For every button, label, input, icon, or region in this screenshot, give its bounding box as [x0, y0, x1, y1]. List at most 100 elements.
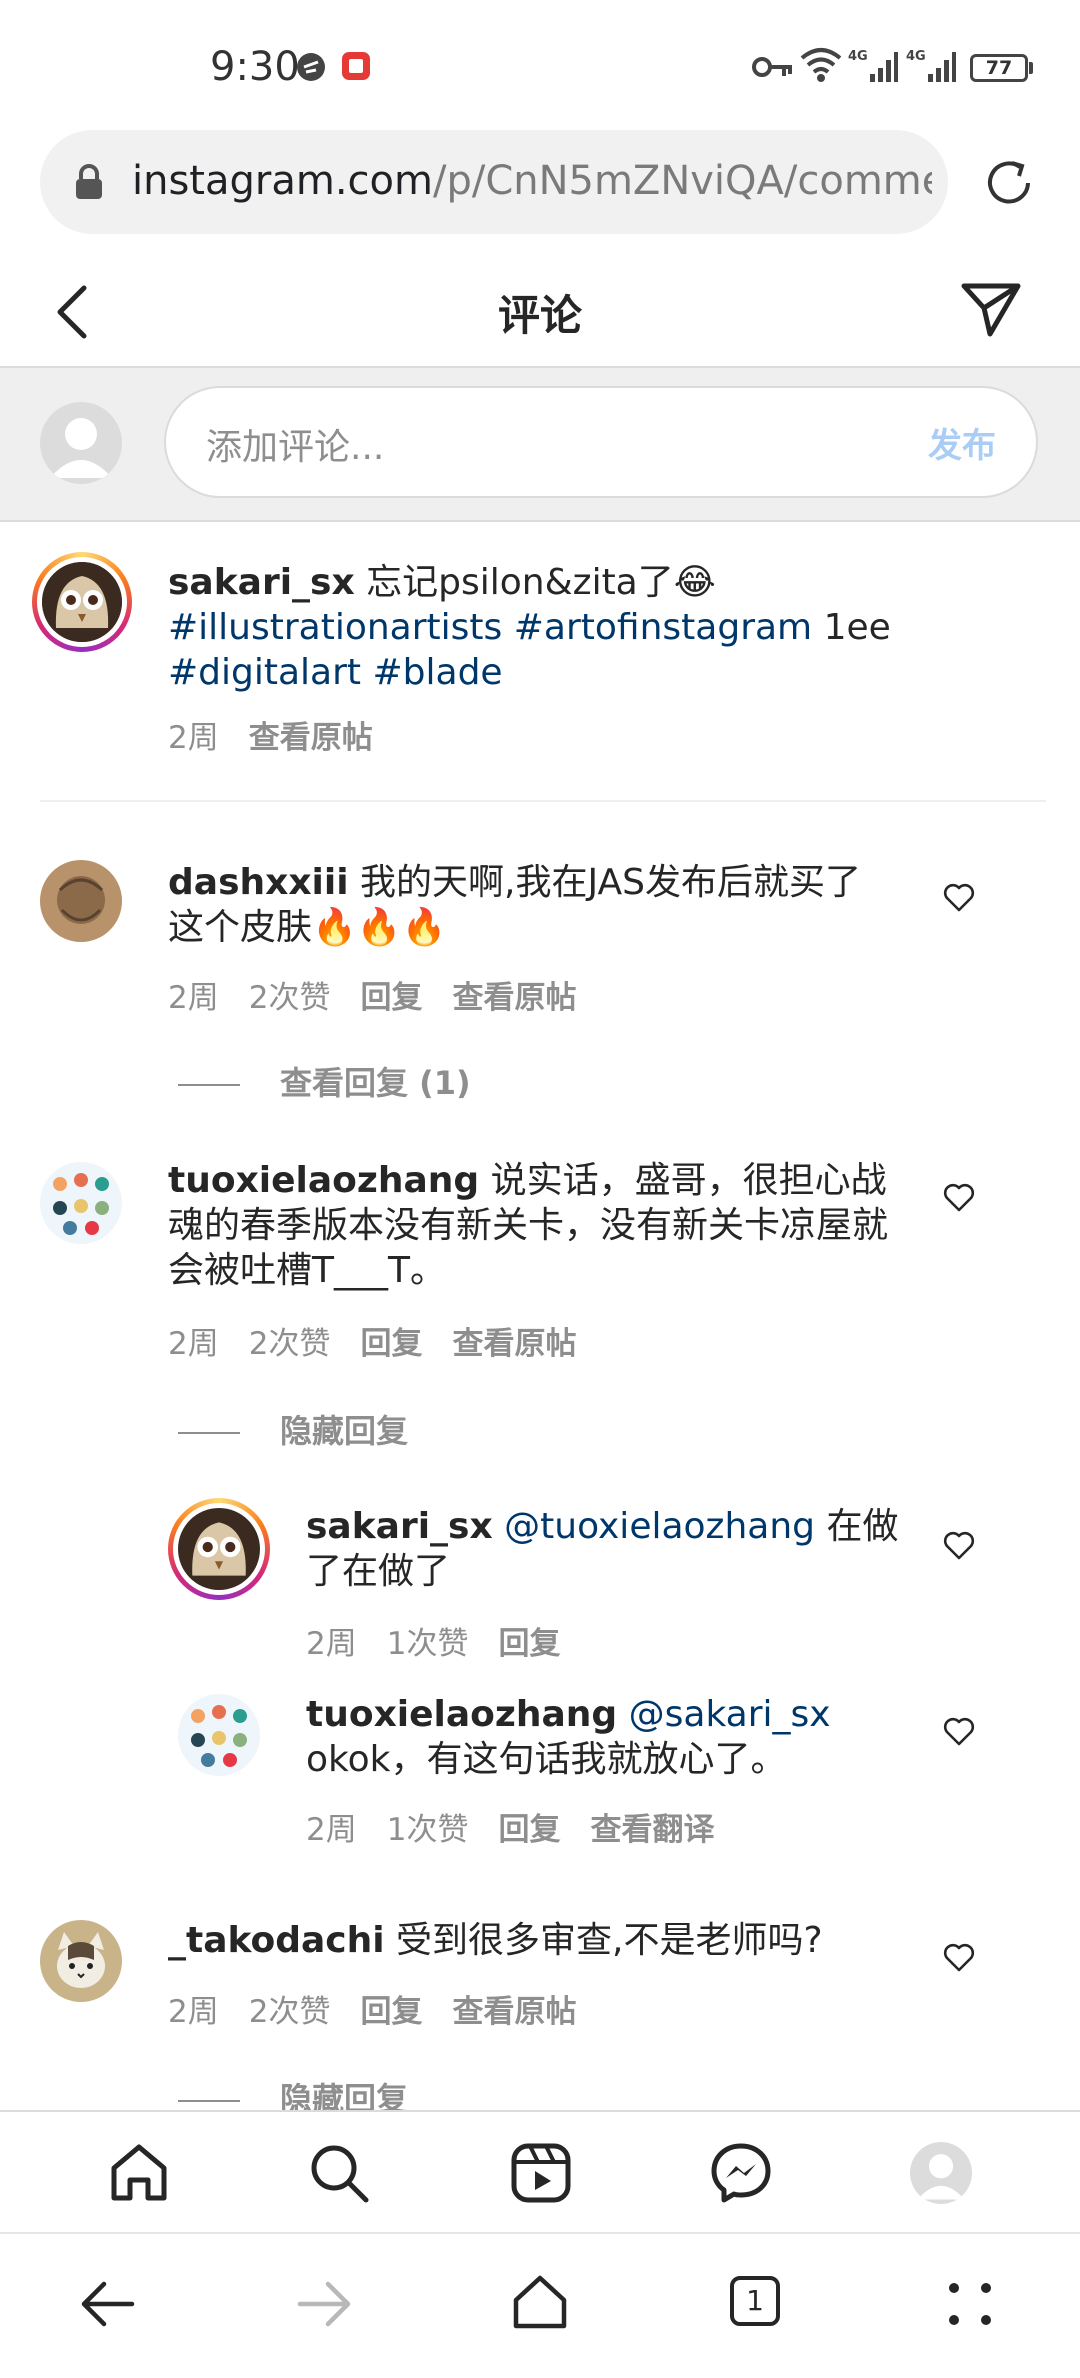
group-illustration-avatar-icon	[178, 1694, 260, 1776]
avatar[interactable]	[40, 1920, 122, 2002]
status-bar: 9:30 4G 4G 77	[0, 0, 1080, 130]
home-icon[interactable]	[108, 2142, 170, 2204]
reply-avatar[interactable]	[178, 1508, 260, 1590]
signal-4g-icon: 4G	[848, 49, 898, 82]
send-icon[interactable]	[960, 280, 1022, 338]
hashtag-link[interactable]: #digitalart	[168, 652, 361, 693]
like-heart-icon[interactable]	[943, 882, 975, 914]
reply-avatar[interactable]	[178, 1694, 260, 1776]
caption-username[interactable]: sakari_sx	[168, 562, 355, 603]
view-replies-toggle[interactable]: 查看回复 (1)	[178, 1058, 471, 1104]
caption-body: 1ee	[812, 607, 891, 648]
owl-mask-avatar-icon	[42, 562, 122, 642]
battery-icon: 77	[970, 54, 1028, 82]
comment-meta: 2周 2次赞 回复 查看原帖	[168, 1318, 606, 1363]
comment-likes[interactable]: 2次赞	[249, 1994, 331, 2030]
hide-replies-label[interactable]: 隐藏回复	[280, 1412, 408, 1450]
mention-link[interactable]: @tuoxielaozhang	[504, 1506, 815, 1547]
messenger-icon[interactable]	[710, 2142, 772, 2204]
search-icon[interactable]	[308, 2142, 370, 2204]
reply-link[interactable]: 回复	[360, 980, 422, 1016]
mention-link[interactable]: @sakari_sx	[629, 1694, 831, 1735]
back-arrow-icon[interactable]	[78, 2278, 136, 2330]
url-text[interactable]: instagram.com/p/CnN5mZNviQA/comment	[132, 158, 932, 204]
avatar[interactable]	[40, 860, 122, 942]
comment-username[interactable]: tuoxielaozhang	[168, 1160, 479, 1201]
like-heart-icon[interactable]	[943, 1942, 975, 1974]
wifi-icon	[800, 48, 842, 82]
forward-arrow-icon	[297, 2281, 351, 2327]
hashtag-link[interactable]: #illustrationartists	[168, 607, 502, 648]
reply-username[interactable]: tuoxielaozhang	[306, 1694, 617, 1735]
caption-body: 忘记psilon&zita了😂	[354, 562, 716, 603]
comment-time: 2周	[168, 980, 219, 1016]
like-heart-icon[interactable]	[943, 1716, 975, 1748]
comment-time: 2周	[168, 1326, 219, 1362]
tabs-icon[interactable]: 1	[730, 2276, 780, 2326]
hashtag-link[interactable]: #artofinstagram	[514, 607, 812, 648]
comment-meta: 2周 2次赞 回复 查看原帖	[168, 972, 606, 1017]
view-original-link[interactable]: 查看原帖	[249, 720, 373, 756]
owl-mask-avatar-icon	[178, 1508, 260, 1590]
reply-link[interactable]: 回复	[360, 1994, 422, 2030]
reply-username[interactable]: sakari_sx	[306, 1506, 493, 1547]
url-host: instagram.com	[132, 158, 433, 204]
comment-username[interactable]: dashxxiii	[168, 862, 349, 903]
profile-avatar[interactable]	[910, 2142, 972, 2204]
reply-meta: 2周 1次赞 回复 查看翻译	[306, 1804, 744, 1849]
see-translation-link[interactable]: 查看翻译	[590, 1812, 714, 1848]
signal-4g-icon: 4G	[906, 49, 956, 82]
reply-meta: 2周 1次赞 回复	[306, 1618, 590, 1663]
reply-link[interactable]: 回复	[360, 1326, 422, 1362]
caption-meta: 2周 查看原帖	[168, 712, 403, 757]
comment-likes[interactable]: 2次赞	[249, 1326, 331, 1362]
reels-icon[interactable]	[510, 2142, 572, 2204]
menu-dots-icon[interactable]	[944, 2278, 996, 2330]
caption-avatar[interactable]	[42, 562, 122, 642]
divider	[40, 800, 1046, 802]
reply-link[interactable]: 回复	[498, 1626, 560, 1662]
default-avatar-icon	[50, 418, 112, 478]
replies-line	[178, 1084, 240, 1086]
tab-count: 1	[746, 2284, 764, 2317]
battery-tip	[1029, 62, 1033, 74]
reply-text: sakari_sx @tuoxielaozhang 在做了在做了	[306, 1504, 906, 1594]
post-button[interactable]: 发布	[928, 418, 996, 467]
hashtag-link[interactable]: #blade	[372, 652, 502, 693]
reply-link[interactable]: 回复	[498, 1812, 560, 1848]
sketch-avatar-icon	[40, 860, 122, 942]
game-icon	[297, 53, 325, 81]
url-path: /p/CnN5mZNviQA/comment	[432, 158, 932, 204]
comment-body: 受到很多审查,不是老师吗?	[384, 1920, 823, 1961]
comment-input-placeholder[interactable]: 添加评论...	[206, 418, 384, 470]
view-original-link[interactable]: 查看原帖	[452, 1326, 576, 1362]
default-avatar-icon	[917, 2154, 965, 2200]
lock-icon[interactable]	[74, 164, 104, 200]
view-replies-label[interactable]: 查看回复 (1)	[280, 1064, 471, 1102]
caption-time: 2周	[168, 720, 219, 756]
status-time: 9:30	[210, 44, 300, 90]
hide-replies-toggle[interactable]: 隐藏回复	[178, 1406, 408, 1452]
key-icon	[752, 57, 792, 77]
caption-text: sakari_sx 忘记psilon&zita了😂 #illustrationa…	[168, 560, 968, 695]
comment-text: tuoxielaozhang 说实话，盛哥，很担心战魂的春季版本没有新关卡，没有…	[168, 1158, 908, 1293]
view-original-link[interactable]: 查看原帖	[452, 980, 576, 1016]
home-outline-icon[interactable]	[510, 2272, 570, 2332]
comment-likes[interactable]: 2次赞	[249, 980, 331, 1016]
like-heart-icon[interactable]	[943, 1182, 975, 1214]
view-original-link[interactable]: 查看原帖	[452, 1994, 576, 2030]
record-icon	[342, 52, 370, 80]
comment-time: 2周	[168, 1994, 219, 2030]
comment-meta: 2周 2次赞 回复 查看原帖	[168, 1986, 606, 2031]
like-heart-icon[interactable]	[943, 1530, 975, 1562]
svg-text:4G: 4G	[906, 49, 926, 64]
group-illustration-avatar-icon	[40, 1162, 122, 1244]
reply-likes[interactable]: 1次赞	[387, 1626, 469, 1662]
battery-level: 77	[985, 57, 1013, 79]
comment-username[interactable]: _takodachi	[168, 1920, 385, 1961]
reply-time: 2周	[306, 1812, 357, 1848]
reload-icon[interactable]	[982, 156, 1036, 210]
avatar[interactable]	[40, 1162, 122, 1244]
reply-time: 2周	[306, 1626, 357, 1662]
reply-likes[interactable]: 1次赞	[387, 1812, 469, 1848]
